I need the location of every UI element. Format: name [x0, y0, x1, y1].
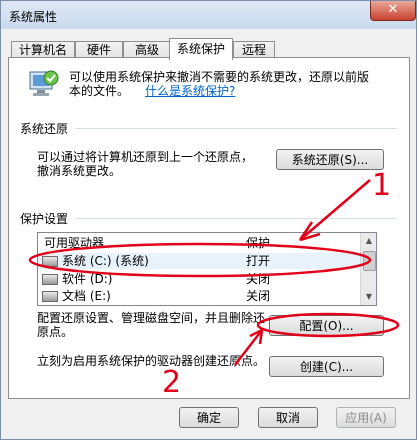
scroll-thumb[interactable] — [363, 251, 376, 271]
configure-text-line2: 原点。 — [37, 325, 74, 339]
drive-protection-status: 关闭 — [246, 289, 271, 303]
close-button[interactable]: ✕ — [370, 1, 416, 21]
system-drive-icon — [42, 256, 58, 267]
protection-group-divider — [75, 218, 397, 219]
apply-button[interactable]: 应用(A) — [336, 407, 396, 428]
tab-system-protection[interactable]: 系统保护 — [169, 38, 233, 60]
system-protection-panel: 可以使用系统保护来撤消不需要的系统更改，还原以前版 本的文件。 什么是系统保护?… — [8, 57, 410, 399]
drive-icon — [42, 291, 58, 302]
column-drive-header[interactable]: 可用驱动器 — [44, 235, 104, 251]
configure-button[interactable]: 配置(O)... — [269, 315, 384, 336]
scroll-up-arrow-icon[interactable]: ▲ — [361, 233, 376, 249]
restore-text-line1: 可以通过将计算机还原到上一个还原点， — [37, 150, 254, 164]
cancel-button[interactable]: 取消 — [258, 407, 318, 428]
ok-button[interactable]: 确定 — [179, 407, 239, 428]
configure-text-line1: 配置还原设置、管理磁盘空间，并且删除还 — [37, 311, 266, 325]
restore-group-title: 系统还原 — [20, 122, 69, 136]
title-bar[interactable]: 系统属性 ✕ — [1, 1, 416, 29]
intro-text-line1: 可以使用系统保护来撤消不需要的系统更改，还原以前版 — [69, 70, 370, 84]
drive-name: 文档 (E:) — [62, 289, 111, 303]
restore-group-divider — [75, 128, 397, 129]
protection-group-title: 保护设置 — [20, 212, 69, 226]
drive-protection-status: 关闭 — [246, 272, 271, 286]
what-is-protection-link[interactable]: 什么是系统保护? — [145, 84, 235, 99]
drive-row-d[interactable]: 软件 (D:) 关闭 — [38, 271, 360, 287]
system-restore-button[interactable]: 系统还原(S)... — [276, 149, 384, 170]
drive-list[interactable]: 可用驱动器 保护 系统 (C:) (系统) 打开 软件 (D:) 关闭 文档 (… — [37, 232, 377, 306]
window-title: 系统属性 — [9, 10, 58, 24]
intro-text-line2: 本的文件。 — [69, 84, 130, 98]
drive-icon — [42, 274, 58, 285]
drive-name: 系统 (C:) (系统) — [62, 254, 149, 268]
create-text: 立刻为启用系统保护的驱动器创建还原点。 — [37, 354, 266, 368]
system-protection-icon — [27, 66, 59, 100]
drive-name: 软件 (D:) — [62, 272, 113, 286]
create-button[interactable]: 创建(C)... — [269, 356, 384, 377]
drive-row-c[interactable]: 系统 (C:) (系统) 打开 — [38, 253, 360, 269]
scroll-down-arrow-icon[interactable]: ▼ — [361, 289, 376, 305]
list-header: 可用驱动器 保护 — [38, 235, 360, 251]
column-protection-header[interactable]: 保护 — [246, 235, 270, 251]
list-scrollbar[interactable]: ▲ ▼ — [360, 233, 376, 305]
drive-row-e[interactable]: 文档 (E:) 关闭 — [38, 288, 360, 304]
system-properties-window: 系统属性 ✕ 计算机名 硬件 高级 系统保护 远程 可以使用系统保护来撤消不需要… — [0, 0, 417, 440]
restore-text-line2: 撤消系统更改。 — [37, 164, 122, 178]
drive-protection-status: 打开 — [246, 254, 271, 268]
tab-strip: 计算机名 硬件 高级 系统保护 远程 — [1, 38, 416, 60]
